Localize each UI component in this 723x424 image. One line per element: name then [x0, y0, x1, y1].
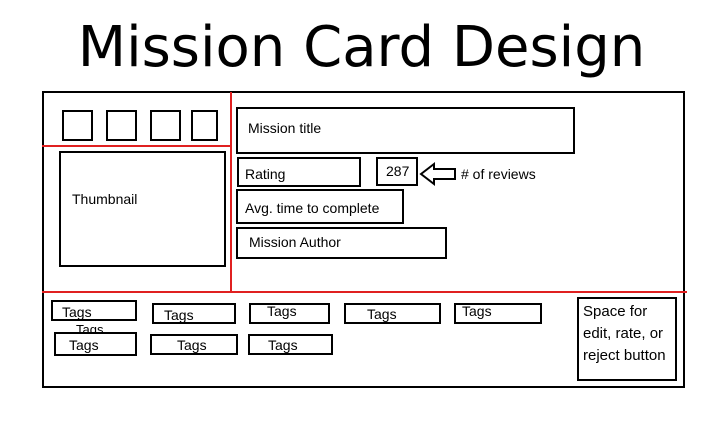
mission-author-label: Mission Author	[249, 234, 341, 250]
tag-chip[interactable]: Tags	[249, 303, 330, 324]
bottom-section-divider	[42, 291, 687, 293]
tag-label: Tags	[69, 337, 99, 353]
icon-placeholder[interactable]	[150, 110, 181, 141]
mission-title-label: Mission title	[248, 120, 322, 136]
avg-time-label: Avg. time to complete	[245, 200, 380, 216]
rating-label: Rating	[245, 166, 286, 182]
thumbnail[interactable]: Thumbnail	[59, 151, 226, 267]
vertical-divider	[230, 92, 232, 291]
left-header-divider	[42, 145, 232, 147]
icon-placeholder[interactable]	[62, 110, 93, 141]
tag-chip[interactable]: Tags	[454, 303, 542, 324]
tag-label: Tags	[462, 303, 492, 319]
review-count-box: 287	[376, 157, 418, 186]
review-count: 287	[386, 163, 410, 179]
tag-label: Tags	[367, 306, 397, 322]
rating-field[interactable]: Rating	[237, 157, 361, 187]
tag-chip[interactable]: Tags	[150, 334, 238, 355]
tag-chip[interactable]: Tags	[248, 334, 333, 355]
tag-label: Tags	[268, 337, 298, 353]
left-arrow-icon	[419, 161, 456, 187]
avg-time-field[interactable]: Avg. time to complete	[236, 189, 404, 224]
mission-title-field[interactable]: Mission title	[236, 107, 575, 154]
icon-placeholder[interactable]	[191, 110, 218, 141]
icon-placeholder[interactable]	[106, 110, 137, 141]
tag-chip[interactable]: Tags	[152, 303, 236, 324]
tag-chip[interactable]: Tags	[54, 332, 137, 356]
tag-label: Tags	[164, 307, 194, 323]
tag-chip[interactable]: Tags	[344, 303, 441, 324]
action-button-space[interactable]: Space for edit, rate, or reject button	[577, 297, 677, 381]
reviews-annotation: # of reviews	[461, 166, 536, 182]
thumbnail-label: Thumbnail	[72, 191, 138, 207]
tag-label: Tags	[62, 304, 92, 320]
tag-label: Tags	[177, 337, 207, 353]
tag-chip[interactable]: Tags	[51, 300, 137, 321]
page-title: Mission Card Design	[77, 15, 646, 80]
mission-author-field[interactable]: Mission Author	[236, 227, 447, 259]
tag-label: Tags	[267, 303, 297, 319]
